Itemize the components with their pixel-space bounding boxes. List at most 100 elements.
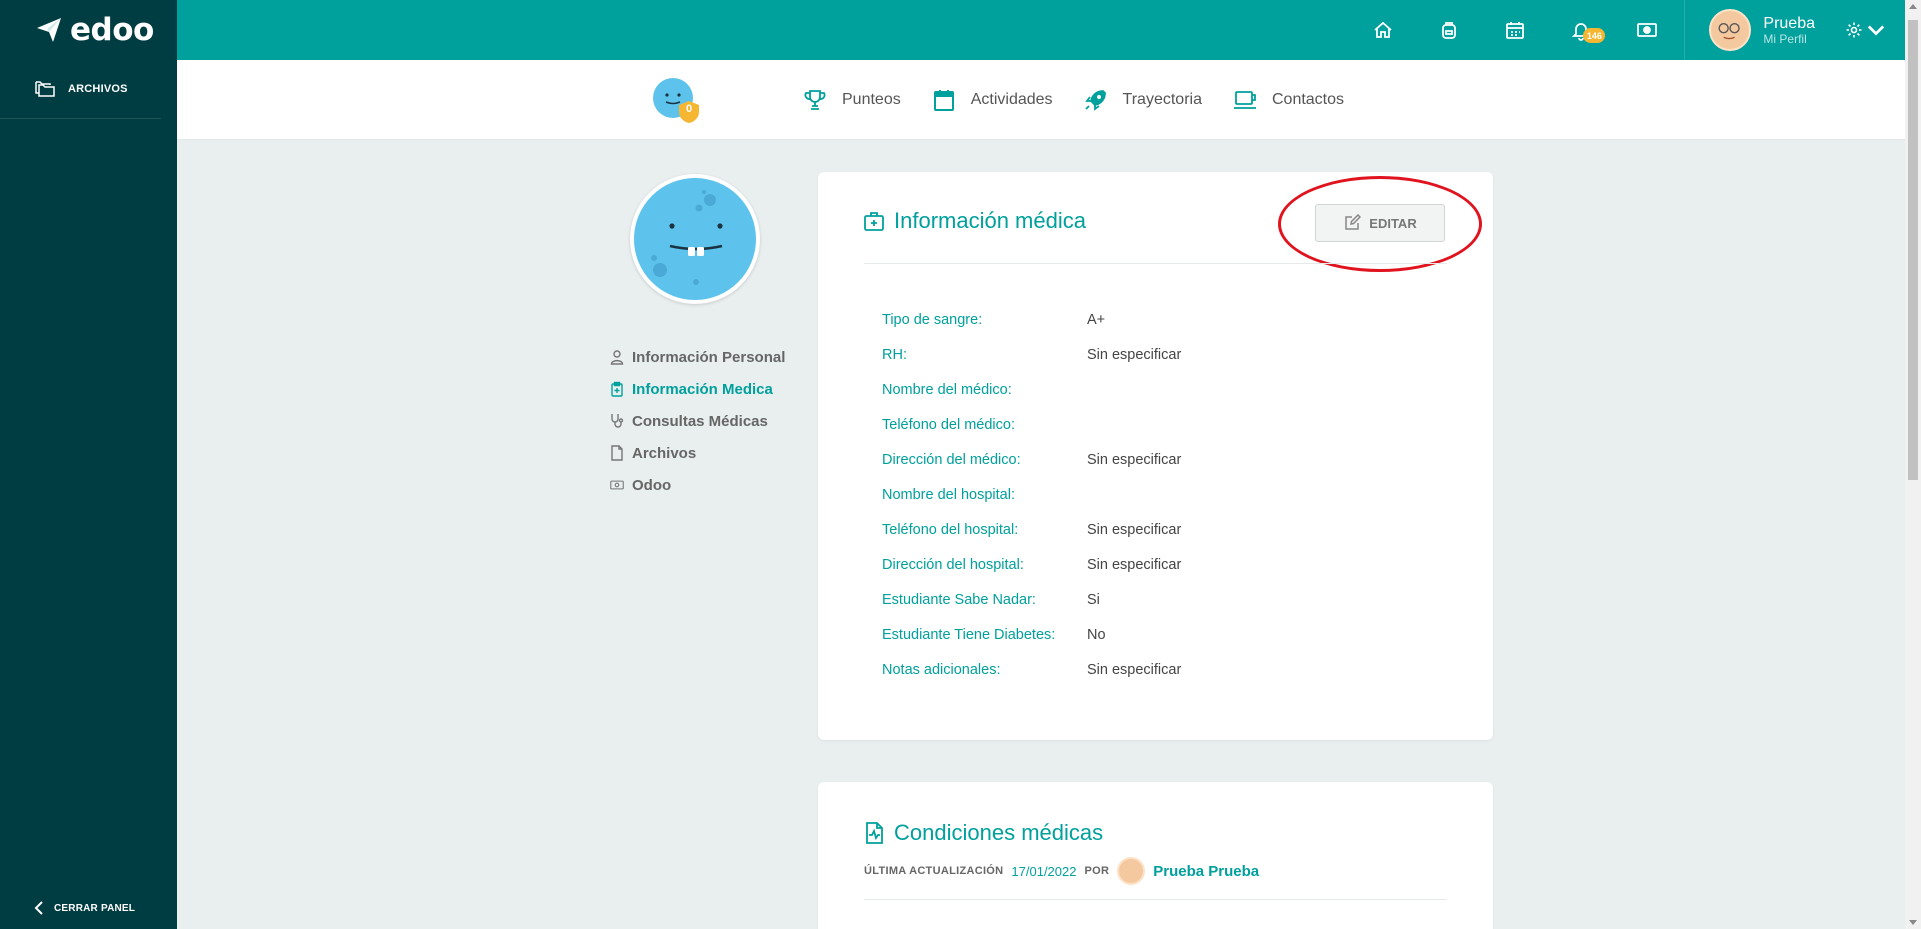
trophy-icon <box>804 90 826 110</box>
page-scrollbar[interactable] <box>1905 0 1921 929</box>
divider <box>1684 0 1686 60</box>
sidebar-item-archivos[interactable]: ARCHIVOS <box>0 60 161 119</box>
last-update-label: ÚLTIMA ACTUALIZACIÓN <box>864 865 1004 877</box>
submenu-item-odoo[interactable]: Odoo <box>610 469 785 501</box>
settings-menu-button[interactable] <box>1845 21 1905 39</box>
backpack-icon <box>1442 22 1457 39</box>
by-label: POR <box>1084 865 1110 877</box>
home-icon <box>1374 21 1392 38</box>
cash-icon <box>610 480 624 490</box>
field-label: Estudiante Tiene Diabetes: <box>882 626 1056 643</box>
tab-label: Punteos <box>842 91 901 108</box>
calendar-icon <box>933 90 954 111</box>
rocket-icon <box>1084 90 1106 111</box>
tab-actividades[interactable]: Actividades <box>931 88 1053 112</box>
profile-tabs: Punteos Actividades Trayectoria Contacto… <box>802 60 1344 140</box>
field-row: RH: Sin especificar <box>882 337 1181 372</box>
updated-by-link[interactable]: Prueba Prueba <box>1153 863 1259 880</box>
field-row: Teléfono del hospital: Sin especificar <box>882 512 1181 547</box>
tab-label: Actividades <box>970 91 1053 108</box>
field-row: Estudiante Sabe Nadar: Si <box>882 582 1181 617</box>
card-title: Condiciones médicas <box>864 820 1103 846</box>
payments-button[interactable] <box>1614 0 1680 60</box>
field-value: No <box>1087 626 1106 643</box>
field-value: Sin especificar <box>1087 451 1182 468</box>
field-row: Dirección del médico: Sin especificar <box>882 442 1181 477</box>
sidebar: edoo ARCHIVOS CERRAR PANEL <box>0 0 177 929</box>
field-row: Nombre del hospital: <box>882 477 1181 512</box>
profile-submenu: Información Personal Información Medica … <box>610 341 785 501</box>
stethoscope-icon <box>611 414 624 428</box>
collapse-panel-label: CERRAR PANEL <box>54 902 136 914</box>
scrollbar-thumb[interactable] <box>1908 20 1918 480</box>
sidebar-item-label: ARCHIVOS <box>68 83 128 95</box>
field-row: Notas adicionales: Sin especificar <box>882 652 1181 687</box>
tab-trayectoria[interactable]: Trayectoria <box>1083 88 1202 112</box>
medical-info-card: Información médica EDITAR Tipo de sangre… <box>818 172 1493 740</box>
field-row: Tipo de sangre: A+ <box>882 302 1181 337</box>
notification-count-badge: 146 <box>1583 28 1606 43</box>
medical-fields: Tipo de sangre: A+ RH: Sin especificar Nom… <box>882 302 1181 687</box>
money-icon <box>1637 23 1658 37</box>
top-bar-actions: 146 Prueba Mi Perfil <box>1350 0 1905 60</box>
home-button[interactable] <box>1350 0 1416 60</box>
chevron-left-icon <box>34 901 43 915</box>
user-icon <box>610 350 624 365</box>
notifications-button[interactable]: 146 <box>1548 0 1614 60</box>
avatar <box>1709 9 1752 51</box>
tab-contactos[interactable]: Contactos <box>1232 88 1344 112</box>
submenu-item-informacion-medica[interactable]: Información Medica <box>610 373 785 405</box>
field-label: RH: <box>882 346 907 363</box>
submenu-item-consultas-medicas[interactable]: Consultas Médicas <box>610 405 785 437</box>
highlight-annotation <box>1278 176 1482 272</box>
last-update-info: ÚLTIMA ACTUALIZACIÓN 17/01/2022 POR Prue… <box>864 857 1259 885</box>
calendar-button[interactable] <box>1482 0 1548 60</box>
field-value: Sin especificar <box>1087 556 1182 573</box>
brand-name: edoo <box>70 12 154 48</box>
calendar-icon <box>1506 22 1525 39</box>
field-label: Teléfono del hospital: <box>882 521 1019 538</box>
chevron-down-icon <box>1867 25 1885 36</box>
shield-count: 0 <box>685 103 693 115</box>
medical-file-icon <box>866 822 883 844</box>
tab-label: Contactos <box>1271 91 1345 108</box>
brand-logo[interactable]: edoo <box>0 0 177 60</box>
submenu-item-informacion-personal[interactable]: Información Personal <box>610 341 785 373</box>
file-icon <box>611 445 623 461</box>
monster-face-icon <box>651 190 723 285</box>
user-name: Prueba <box>1763 14 1815 32</box>
submenu-item-label: Odoo <box>632 476 672 494</box>
last-update-date: 17/01/2022 <box>1011 863 1077 879</box>
field-value: Sin especificar <box>1087 661 1182 678</box>
field-label: Dirección del médico: <box>882 451 1021 468</box>
field-label: Nombre del médico: <box>882 381 1012 398</box>
divider <box>864 899 1447 900</box>
user-profile-menu[interactable]: Prueba Mi Perfil <box>1689 0 1845 60</box>
field-label: Teléfono del médico: <box>882 416 1015 433</box>
field-row: Dirección del hospital: Sin especificar <box>882 547 1181 582</box>
medical-info-title: Información médica <box>894 208 1086 233</box>
field-label: Dirección del hospital: <box>882 556 1024 573</box>
submenu-item-label: Información Personal <box>632 348 786 366</box>
scroll-up-arrow[interactable] <box>1909 4 1917 9</box>
field-value: Si <box>1087 591 1100 608</box>
field-value: Sin especificar <box>1087 346 1182 363</box>
student-avatar <box>630 174 760 304</box>
submenu-item-label: Información Medica <box>632 380 773 398</box>
field-row: Teléfono del médico: <box>882 407 1181 442</box>
backpack-button[interactable] <box>1416 0 1482 60</box>
medical-conditions-card: Condiciones médicas ÚLTIMA ACTUALIZACIÓN… <box>818 782 1493 929</box>
top-bar: 146 Prueba Mi Perfil <box>177 0 1905 60</box>
scroll-down-arrow[interactable] <box>1909 920 1917 925</box>
divider <box>864 263 1447 264</box>
contacts-icon <box>1233 91 1256 109</box>
my-profile-link[interactable]: Mi Perfil <box>1763 32 1815 46</box>
card-title: Información médica <box>864 208 1086 234</box>
submenu-item-archivos[interactable]: Archivos <box>610 437 785 469</box>
tab-punteos[interactable]: Punteos <box>802 88 901 112</box>
avatar <box>1117 857 1146 885</box>
folders-icon <box>35 81 55 97</box>
avatar-face-icon <box>1718 22 1741 40</box>
collapse-panel-button[interactable]: CERRAR PANEL <box>34 901 135 915</box>
submenu-item-label: Consultas Médicas <box>632 412 768 430</box>
